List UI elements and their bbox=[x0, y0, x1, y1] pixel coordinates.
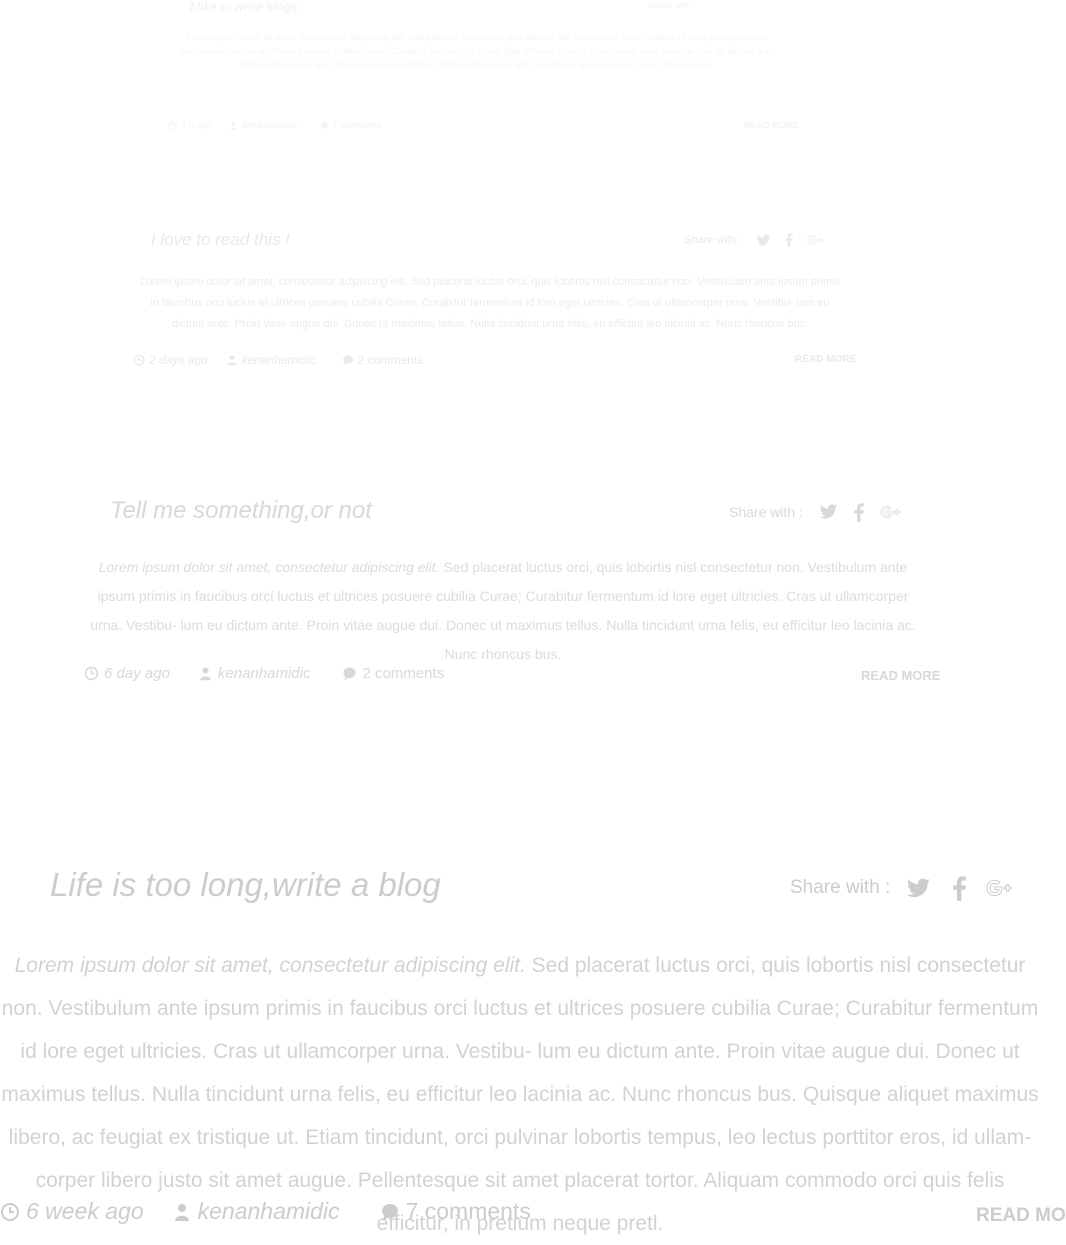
post-comments[interactable]: 7 comments bbox=[380, 1198, 531, 1225]
comment-icon bbox=[320, 121, 328, 130]
post-author[interactable]: kenanhamidic bbox=[226, 353, 316, 367]
post-comments-text: 2 comments bbox=[362, 665, 445, 682]
post-time-text: 2 days ago bbox=[149, 353, 208, 367]
post-comments[interactable]: 7 comments bbox=[320, 120, 382, 130]
post-author[interactable]: kenanhamidic bbox=[198, 665, 311, 682]
twitter-icon[interactable] bbox=[819, 504, 838, 520]
post-excerpt: Lorem ipsum dolor sit amet, consectetur … bbox=[175, 30, 780, 72]
read-more-link[interactable]: READ MORE bbox=[795, 354, 856, 365]
post-comments[interactable]: 2 comments bbox=[342, 665, 444, 682]
post-time-text: 3 h ago bbox=[181, 120, 212, 130]
post-time-text: 6 week ago bbox=[26, 1198, 144, 1224]
post-meta: 3 h ago kenanhamidic 7 comments bbox=[168, 120, 382, 130]
post-comments-text: 7 comments bbox=[332, 120, 382, 130]
post-time: 3 h ago bbox=[168, 120, 211, 130]
user-icon bbox=[200, 667, 211, 681]
share-label: Share with : bbox=[729, 504, 803, 520]
comment-icon bbox=[343, 667, 356, 681]
share-bar: Share with : bbox=[729, 502, 900, 522]
facebook-icon[interactable] bbox=[854, 502, 864, 522]
clock-icon bbox=[168, 120, 177, 130]
post-meta: 6 day ago kenanhamidic 2 comments bbox=[84, 665, 444, 682]
post-title[interactable]: Life is too long,write a blog bbox=[50, 866, 441, 904]
comment-icon bbox=[381, 1203, 398, 1221]
post-author-text: kenanhamidic bbox=[241, 353, 316, 367]
google-plus-icon[interactable] bbox=[807, 232, 823, 248]
post-comments-text: 7 comments bbox=[405, 1198, 531, 1224]
post-title[interactable]: Tell me something,or not bbox=[110, 497, 372, 525]
comment-icon bbox=[342, 355, 353, 366]
share-bar: Share with : bbox=[790, 875, 1012, 901]
post-author-text: kenanhamidic bbox=[217, 665, 311, 682]
read-more-link[interactable]: READ MORE bbox=[744, 120, 799, 130]
post-time: 6 day ago bbox=[84, 665, 170, 682]
post-lead: Lorem ipsum dolor sit amet, consectetur … bbox=[14, 954, 526, 977]
facebook-icon[interactable] bbox=[953, 875, 967, 901]
read-more-link[interactable]: READ MORE bbox=[861, 668, 940, 683]
post-lead: Lorem ipsum dolor sit amet, consectetur … bbox=[186, 32, 406, 42]
post-author[interactable]: kenanhamidic bbox=[172, 1198, 340, 1225]
post-lead: Lorem ipsum dolor sit amet, consectetur … bbox=[139, 276, 408, 288]
post-comments-text: 2 comments bbox=[357, 353, 424, 367]
share-label: Share with : bbox=[684, 234, 743, 246]
google-plus-icon[interactable] bbox=[880, 502, 900, 522]
post-author-text: kenanhamidic bbox=[197, 1198, 340, 1224]
post-title[interactable]: I love to read this ! bbox=[151, 230, 290, 250]
post-author[interactable]: kenanhamidic bbox=[229, 120, 298, 130]
read-more-link[interactable]: READ MORE bbox=[976, 1205, 1066, 1227]
post-body: Sed placerat luctus orci, quis lobortis … bbox=[1, 954, 1039, 1235]
post-time: 2 days ago bbox=[133, 353, 208, 367]
post-comments[interactable]: 2 comments bbox=[342, 353, 423, 367]
clock-icon bbox=[84, 666, 99, 681]
post-meta: 2 days ago kenanhamidic 2 comments bbox=[133, 353, 423, 367]
facebook-icon[interactable] bbox=[785, 233, 793, 247]
user-icon bbox=[230, 121, 237, 130]
share-label: Share with : bbox=[648, 0, 696, 10]
post-lead: Lorem ipsum dolor sit amet, consectetur … bbox=[98, 559, 440, 575]
clock-icon bbox=[1, 1202, 19, 1221]
share-label: Share with : bbox=[790, 877, 891, 898]
post-excerpt: Lorem ipsum dolor sit amet, consectetur … bbox=[135, 272, 845, 335]
twitter-icon[interactable] bbox=[756, 234, 771, 247]
twitter-icon[interactable] bbox=[906, 878, 931, 899]
post-meta: 6 week ago kenanhamidic 7 comments bbox=[0, 1198, 531, 1225]
post-time: 6 week ago bbox=[0, 1198, 144, 1225]
share-bar: Share with : bbox=[648, 0, 696, 10]
post-author-text: kenanhamidic bbox=[242, 120, 298, 130]
post-title[interactable]: I like to write blogs bbox=[190, 0, 298, 14]
post-time-text: 6 day ago bbox=[104, 665, 170, 682]
user-icon bbox=[227, 355, 236, 366]
user-icon bbox=[174, 1203, 189, 1221]
clock-icon bbox=[133, 354, 145, 366]
google-plus-icon[interactable] bbox=[986, 875, 1012, 901]
post-excerpt: Lorem ipsum dolor sit amet, consectetur … bbox=[88, 553, 918, 669]
share-bar: Share with : bbox=[684, 232, 823, 248]
